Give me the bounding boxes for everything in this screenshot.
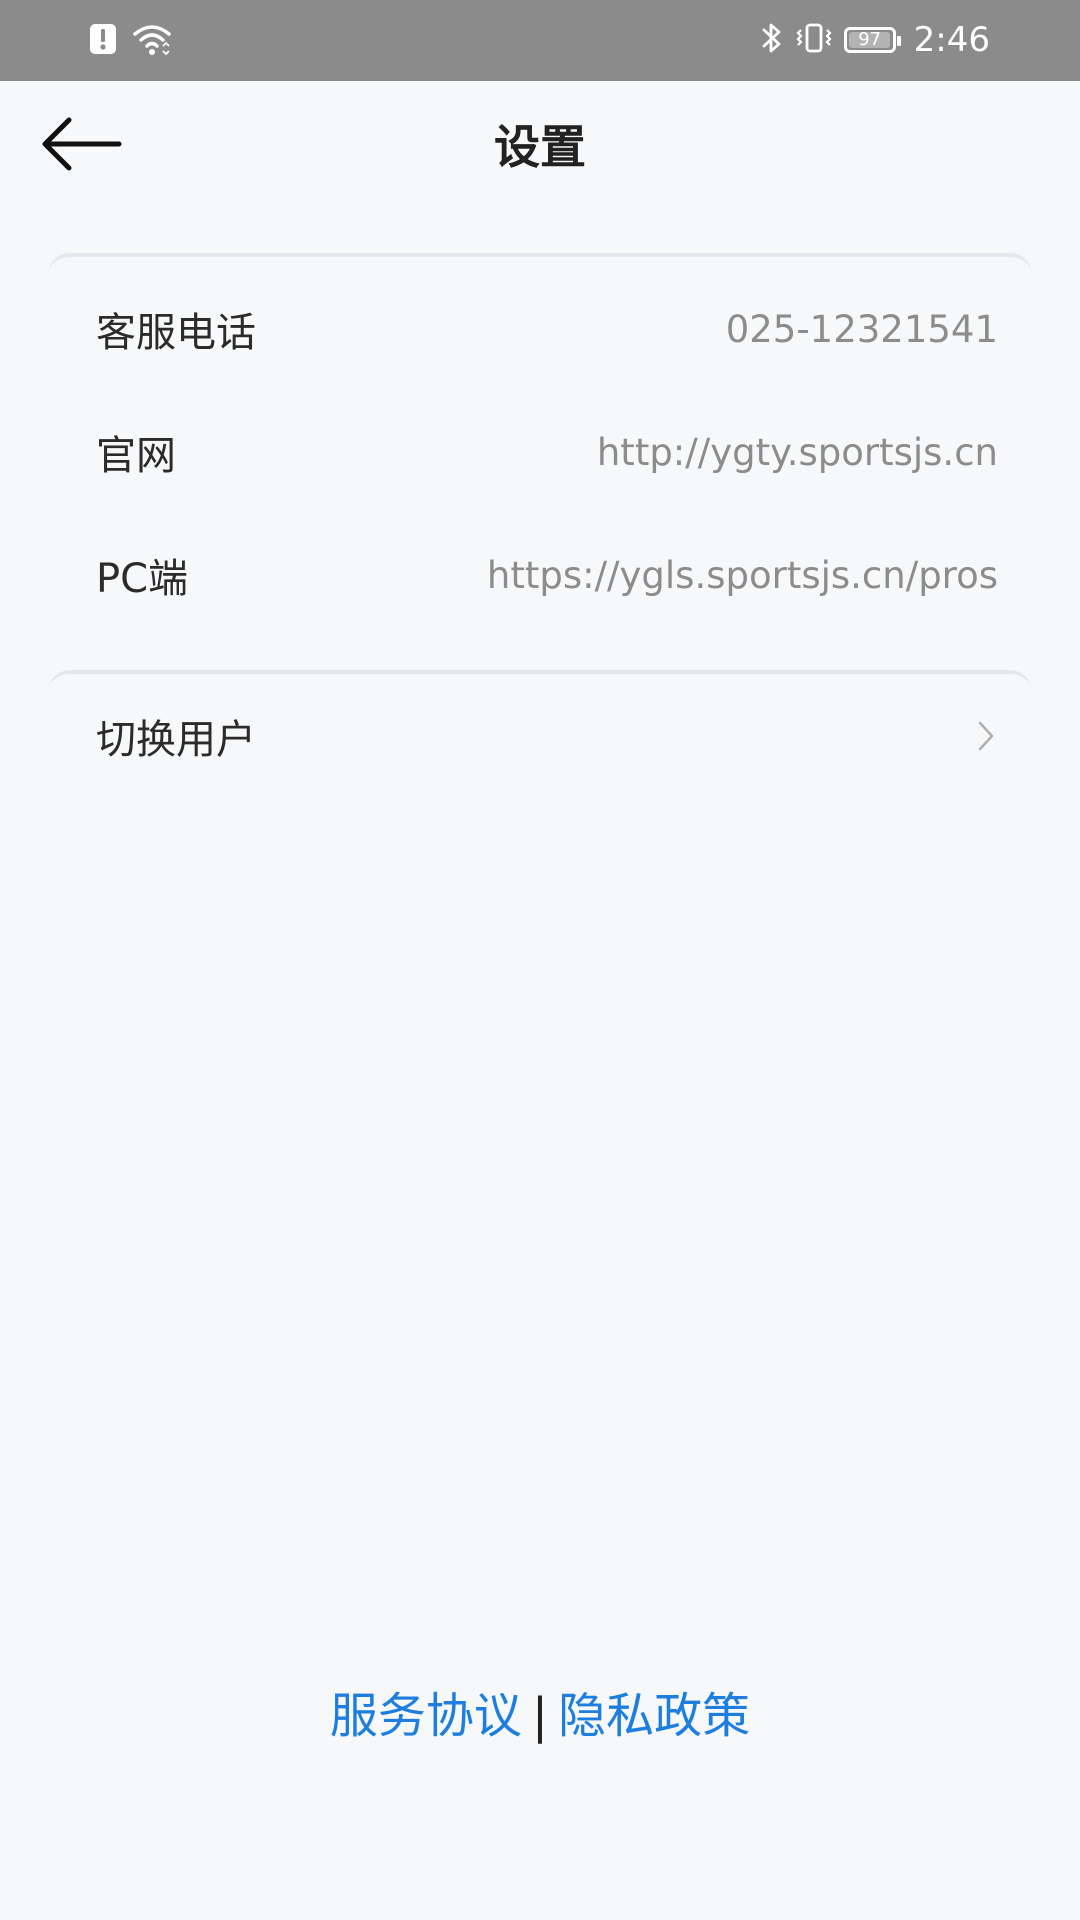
- row-value: http://ygty.sportsjs.cn: [596, 430, 998, 474]
- status-bar-left: [88, 22, 172, 60]
- bluetooth-icon: [760, 20, 784, 60]
- info-card: 客服电话 025-12321541 官网 http://ygty.sportsj…: [48, 253, 1032, 627]
- pc-site-row[interactable]: PC端 https://ygls.sportsjs.cn/pros: [96, 535, 998, 615]
- customer-service-phone-row[interactable]: 客服电话 025-12321541: [96, 289, 998, 369]
- row-label: 客服电话: [96, 310, 256, 356]
- battery-level: 97: [858, 29, 882, 50]
- status-bar: 97 2:46: [0, 0, 1080, 81]
- page-title: 设置: [494, 120, 586, 174]
- switch-user-label: 切换用户: [96, 717, 256, 763]
- row-value: https://ygls.sportsjs.cn/pros: [486, 553, 998, 597]
- header: 设置: [0, 81, 1080, 217]
- link-separator: |: [531, 1688, 549, 1744]
- switch-user-row[interactable]: 切换用户: [96, 696, 998, 776]
- vibrate-icon: [794, 20, 834, 60]
- status-bar-right: 97 2:46: [760, 18, 990, 62]
- row-value: 025-12321541: [725, 307, 998, 351]
- status-time: 2:46: [913, 20, 990, 60]
- service-agreement-link[interactable]: 服务协议: [330, 1688, 522, 1744]
- alert-icon: [88, 22, 118, 60]
- switch-user-card: 切换用户: [48, 670, 1032, 804]
- chevron-right-icon: [974, 718, 998, 754]
- footer-links: 服务协议 | 隐私政策: [0, 1684, 1080, 1748]
- privacy-policy-link[interactable]: 隐私政策: [558, 1688, 750, 1744]
- official-website-row[interactable]: 官网 http://ygty.sportsjs.cn: [96, 412, 998, 492]
- wifi-icon: [132, 22, 172, 60]
- battery-icon: 97: [843, 27, 901, 53]
- row-label: PC端: [96, 556, 189, 602]
- row-label: 官网: [96, 433, 176, 479]
